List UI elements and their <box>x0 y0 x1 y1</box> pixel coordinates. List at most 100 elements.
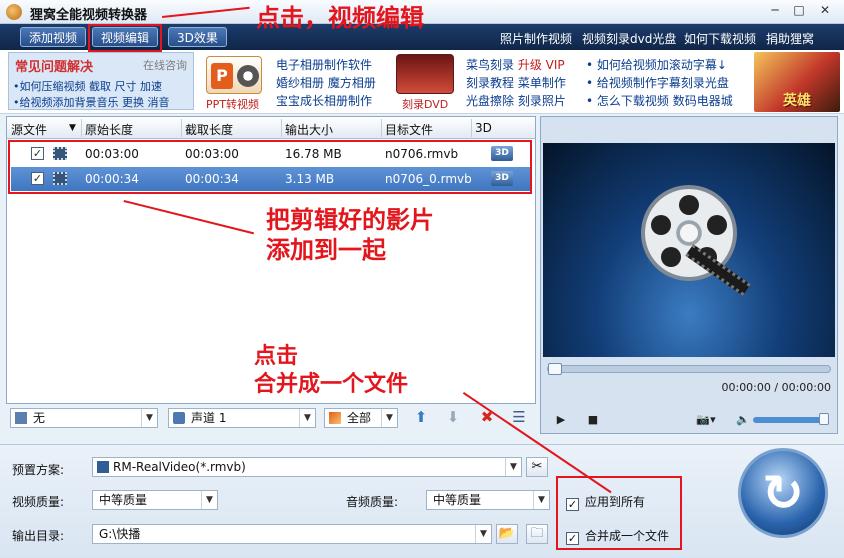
album-link[interactable]: 电子相册制作软件 <box>276 56 372 73</box>
audio-quality-value: 中等质量 <box>433 493 482 507</box>
col-clip-length[interactable]: 截取长度 <box>185 121 233 138</box>
chevron-down-icon: ▼ <box>299 409 315 427</box>
burn-dvd-label[interactable]: 刻录DVD <box>402 96 448 112</box>
burn-link[interactable]: 刻录教程 菜单制作 <box>466 74 566 91</box>
film-icon <box>53 147 67 160</box>
maximize-button[interactable]: □ <box>790 3 808 20</box>
col-target-file[interactable]: 目标文件 <box>385 121 433 138</box>
3d-icon[interactable]: 3D <box>491 171 513 186</box>
original-length: 00:03:00 <box>85 147 139 161</box>
output-dir-label: 输出目录: <box>12 529 65 543</box>
help-link[interactable]: • 如何给视频加滚动字幕↓ <box>586 56 727 73</box>
seek-bar[interactable] <box>547 363 831 375</box>
add-video-button[interactable]: 添加视频 <box>20 27 87 47</box>
video-quality-label: 视频质量: <box>12 495 65 509</box>
timecode: 00:00:00 / 00:00:00 <box>721 381 831 394</box>
col-source[interactable]: 源文件 <box>11 121 47 138</box>
convert-button[interactable]: ↻ <box>738 448 828 538</box>
donate-link[interactable]: 捐助狸窝 <box>766 30 814 47</box>
audio-track-value: 声道 1 <box>191 411 227 425</box>
audio-quality-select[interactable]: 中等质量 ▼ <box>426 490 550 510</box>
merge-option[interactable]: ✓ 合并成一个文件 <box>566 527 669 545</box>
speaker-icon <box>173 412 185 424</box>
col-original-length[interactable]: 原始长度 <box>85 121 133 138</box>
apply-all-checkbox[interactable]: ✓ <box>566 498 579 511</box>
audio-track-select[interactable]: 声道 1 ▼ <box>168 408 316 428</box>
chevron-down-icon: ▼ <box>475 525 491 543</box>
file-list-header: 源文件 ▼ 原始长度 截取长度 输出大小 目标文件 3D <box>7 117 535 139</box>
clip-length: 00:03:00 <box>185 147 239 161</box>
table-row[interactable]: ✓ 00:03:00 00:03:00 16.78 MB n0706.rmvb … <box>11 142 531 166</box>
table-row[interactable]: ✓ 00:00:34 00:00:34 3.13 MB n0706_0.rmvb… <box>11 167 531 191</box>
col-output-size[interactable]: 输出大小 <box>285 121 333 138</box>
photo-to-video-link[interactable]: 照片制作视频 <box>500 30 572 47</box>
faq-title: 常见问题解决 <box>15 60 94 75</box>
original-length: 00:00:34 <box>85 172 139 186</box>
col-3d[interactable]: 3D <box>475 121 492 135</box>
audio-quality-label: 音频质量: <box>346 495 399 509</box>
volume-slider[interactable] <box>753 413 829 425</box>
annotation-click-edit: 点击，视频编辑 <box>256 3 424 32</box>
album-link[interactable]: 婚纱相册 魔方相册 <box>276 74 376 91</box>
subtitle-select[interactable]: 无 ▼ <box>10 408 158 428</box>
target-file: n0706.rmvb <box>385 147 459 161</box>
scope-select[interactable]: 全部 ▼ <box>324 408 398 428</box>
burn-link[interactable]: 光盘擦除 刻录照片 <box>466 92 566 109</box>
video-quality-value: 中等质量 <box>99 493 148 507</box>
download-video-link[interactable]: 如何下载视频 <box>684 30 756 47</box>
seek-handle[interactable] <box>548 363 562 375</box>
output-dir-input[interactable]: G:\快播 ▼ <box>92 524 492 544</box>
close-button[interactable]: ✕ <box>816 3 834 20</box>
chevron-down-icon: ▼ <box>505 458 521 476</box>
subtitle-icon <box>15 412 27 424</box>
dvd-icon[interactable] <box>396 54 454 94</box>
browse-folder-icon[interactable]: 📂 <box>496 524 518 544</box>
output-size: 16.78 MB <box>285 147 342 161</box>
output-settings: 预置方案: RM-RealVideo(*.rmvb) ▼ ✂ 视频质量: 中等质… <box>0 444 844 558</box>
video-quality-select[interactable]: 中等质量 ▼ <box>92 490 218 510</box>
minimize-button[interactable]: ─ <box>766 3 784 20</box>
volume-handle[interactable] <box>819 413 829 425</box>
stop-icon[interactable]: ■ <box>585 413 601 427</box>
row-checkbox[interactable]: ✓ <box>31 172 44 185</box>
ppt-icon[interactable]: P <box>206 56 262 94</box>
preset-settings-icon[interactable]: ✂ <box>526 457 548 477</box>
help-link[interactable]: • 给视频制作字幕刻录光盘 <box>586 74 729 91</box>
faq-link[interactable]: •给视频添加背景音乐 更换 消音 <box>13 94 169 110</box>
preview-panel: 00:00:00 / 00:00:00 ▶ ■ 📷▾ 🔈 <box>540 116 838 434</box>
burn-link[interactable]: 菜鸟刻录 升级 VIP <box>466 56 565 73</box>
online-consult-link[interactable]: 在线咨询 <box>143 57 187 73</box>
play-icon[interactable]: ▶ <box>553 413 569 427</box>
target-file: n0706_0.rmvb <box>385 172 472 186</box>
clear-list-icon[interactable]: ☰ <box>510 408 528 426</box>
move-up-icon[interactable]: ⬆ <box>412 408 430 426</box>
chevron-down-icon: ▼ <box>201 491 217 509</box>
game-ad-banner[interactable]: 英雄 <box>754 52 840 112</box>
apply-all-label: 应用到所有 <box>585 495 646 509</box>
annotation-merge-one: 合并成一个文件 <box>254 371 409 397</box>
delete-icon[interactable]: ✖ <box>478 408 496 426</box>
volume-icon[interactable]: 🔈 <box>735 413 751 427</box>
video-edit-button[interactable]: 视频编辑 <box>92 27 159 47</box>
faq-link[interactable]: •如何压缩视频 截取 尺寸 加速 <box>13 78 162 94</box>
snapshot-icon[interactable]: 📷▾ <box>691 413 721 427</box>
preset-label: 预置方案: <box>12 463 65 477</box>
ppt-to-video-label[interactable]: PPT转视频 <box>206 96 259 112</box>
col-source-dropdown-icon[interactable]: ▼ <box>69 123 76 133</box>
album-link[interactable]: 宝宝成长相册制作 <box>276 92 372 109</box>
open-folder-icon[interactable]: 🗀 <box>526 524 548 544</box>
preset-select[interactable]: RM-RealVideo(*.rmvb) ▼ <box>92 457 522 477</box>
preset-format-icon <box>97 461 109 473</box>
apply-all-option[interactable]: ✓ 应用到所有 <box>566 493 645 511</box>
annotation-merge-clips-2: 添加到一起 <box>266 235 386 264</box>
help-link[interactable]: • 怎么下载视频 数码电器城 <box>586 92 733 109</box>
film-icon <box>53 172 67 185</box>
3d-icon[interactable]: 3D <box>491 146 513 161</box>
3d-effect-button[interactable]: 3D效果 <box>168 27 227 47</box>
merge-checkbox[interactable]: ✓ <box>566 532 579 545</box>
move-down-icon[interactable]: ⬇ <box>444 408 462 426</box>
app-icon <box>6 4 22 20</box>
subtitle-value: 无 <box>33 411 46 425</box>
row-checkbox[interactable]: ✓ <box>31 147 44 160</box>
burn-dvd-link[interactable]: 视频刻录dvd光盘 <box>582 30 676 47</box>
